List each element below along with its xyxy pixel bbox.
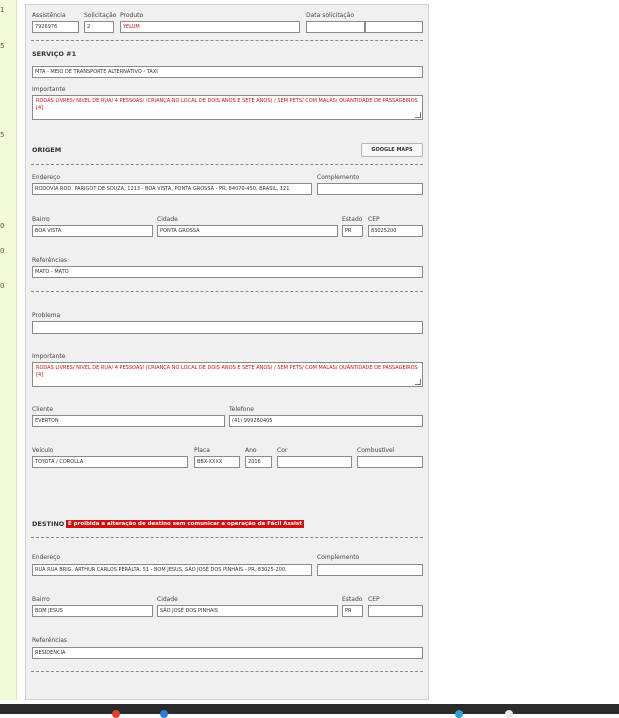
servico-importante-textarea[interactable]: RODAS LIVRES/ NIVEL DE RUA/ 4 PESSOAS/ (… [32, 95, 423, 120]
data-solicitacao-label: Data solicitação [306, 12, 355, 19]
origem-estado-field[interactable]: PR [342, 225, 363, 237]
produto-label: Produto [120, 12, 144, 19]
green-app-icon[interactable] [455, 710, 463, 718]
destino-bairro-label: Bairro [32, 596, 50, 603]
cor-field[interactable] [277, 456, 352, 468]
origem-estado-label: Estado [342, 216, 363, 223]
problema-importante-textarea[interactable]: RODAS LIVRES/ NIVEL DE RUA/ 4 PESSOAS/ (… [32, 362, 423, 387]
assistencia-field[interactable]: 7926976 [32, 21, 79, 33]
sidebar-mark: 1 [0, 6, 5, 14]
taskbar [0, 704, 619, 714]
origem-cidade-label: Cidade [157, 216, 178, 223]
google-maps-button[interactable]: GOOGLE MAPS [361, 143, 423, 157]
produto-field[interactable]: YELUM [120, 21, 300, 33]
resize-grip-icon[interactable] [415, 112, 421, 118]
destino-title: DESTINO [32, 520, 65, 528]
sidebar-mark: 5 [0, 131, 5, 139]
problema-importante-label: Importante [32, 353, 66, 360]
hora-solicitacao-field[interactable] [365, 21, 423, 33]
destino-referencias-label: Referências [32, 637, 67, 644]
left-sidebar: 1 5 5 0 0 0 [0, 0, 17, 700]
destino-cidade-label: Cidade [157, 596, 178, 603]
destino-cep-label: CEP [368, 596, 380, 603]
section-divider [31, 40, 423, 41]
servico-importante-label: Importante [32, 86, 66, 93]
origem-referencias-field[interactable]: MATO - MATO [32, 266, 423, 278]
servico-field[interactable]: MTA - MEIO DE TRANSPORTE ALTERNATIVO - T… [32, 66, 423, 78]
destino-endereco-field[interactable]: RUA RUA BRIG. ARTHUR CARLOS PERALTA, 51 … [32, 564, 312, 576]
telefone-field[interactable]: (41) 999260405 [229, 415, 423, 427]
destino-bairro-field[interactable]: BOM JESUS [32, 605, 153, 617]
solicitacao-label: Solicitação [84, 12, 117, 19]
servico-title: SERVIÇO #1 [32, 50, 77, 58]
red-app-icon[interactable] [112, 710, 120, 718]
origem-title: ORIGEM [32, 146, 62, 154]
destino-complemento-field[interactable] [317, 564, 423, 576]
servico-importante-text: RODAS LIVRES/ NIVEL DE RUA/ 4 PESSOAS/ (… [36, 98, 418, 111]
telefone-label: Telefone [229, 406, 254, 413]
ano-field[interactable]: 2016 [245, 456, 272, 468]
cliente-field[interactable]: EVERTON [32, 415, 225, 427]
section-divider [31, 671, 423, 672]
origem-cep-label: CEP [368, 216, 380, 223]
destino-cep-field[interactable] [368, 605, 423, 617]
origem-cep-field[interactable]: 83025200 [368, 225, 423, 237]
origem-endereco-label: Endereço [32, 174, 61, 181]
section-divider [31, 537, 423, 538]
sidebar-mark: 0 [0, 247, 5, 255]
placa-field[interactable]: BBX-XXXX [194, 456, 240, 468]
veiculo-label: Veículo [32, 447, 54, 454]
destino-estado-label: Estado [342, 596, 363, 603]
origem-complemento-field[interactable] [317, 183, 423, 195]
destino-estado-field[interactable]: PR [342, 605, 363, 617]
origem-endereco-field[interactable]: RODOVIA ROD. PARIGOT DE SOUZA, 1213 - BO… [32, 183, 312, 195]
solicitacao-field[interactable]: 2 [84, 21, 114, 33]
origem-cidade-field[interactable]: PONTA GROSSA [157, 225, 338, 237]
destino-warning-badge: É proibida a alteração de destino sem co… [66, 520, 304, 528]
white-app-icon[interactable] [505, 710, 513, 718]
blue-app-icon[interactable] [160, 710, 168, 718]
problema-label: Problema [32, 312, 61, 319]
data-solicitacao-field[interactable] [306, 21, 365, 33]
section-divider [31, 164, 423, 165]
combustivel-field[interactable] [357, 456, 423, 468]
cliente-label: Cliente [32, 406, 54, 413]
origem-referencias-label: Referências [32, 257, 67, 264]
placa-label: Placa [194, 447, 210, 454]
sidebar-mark: 0 [0, 222, 5, 230]
veiculo-field[interactable]: TOYOTA / COROLLA [32, 456, 188, 468]
problema-field[interactable] [32, 321, 423, 334]
resize-grip-icon[interactable] [415, 379, 421, 385]
ano-label: Ano [245, 447, 257, 454]
origem-complemento-label: Complemento [317, 174, 360, 181]
origem-bairro-label: Bairro [32, 216, 50, 223]
sidebar-mark: 0 [0, 282, 5, 290]
destino-endereco-label: Endereço [32, 554, 61, 561]
origem-bairro-field[interactable]: BOA VISTA [32, 225, 153, 237]
cor-label: Cor [277, 447, 288, 454]
destino-cidade-field[interactable]: SÃO JOSÉ DOS PINHAIS [157, 605, 338, 617]
combustivel-label: Combustível [357, 447, 395, 454]
problema-importante-text: RODAS LIVRES/ NIVEL DE RUA/ 4 PESSOAS/ (… [36, 365, 418, 378]
sidebar-mark: 5 [0, 42, 5, 50]
assistencia-label: Assistência [32, 12, 66, 19]
section-divider [31, 291, 423, 292]
destino-referencias-field[interactable]: RESIDENCIA [32, 647, 423, 659]
destino-complemento-label: Complemento [317, 554, 360, 561]
